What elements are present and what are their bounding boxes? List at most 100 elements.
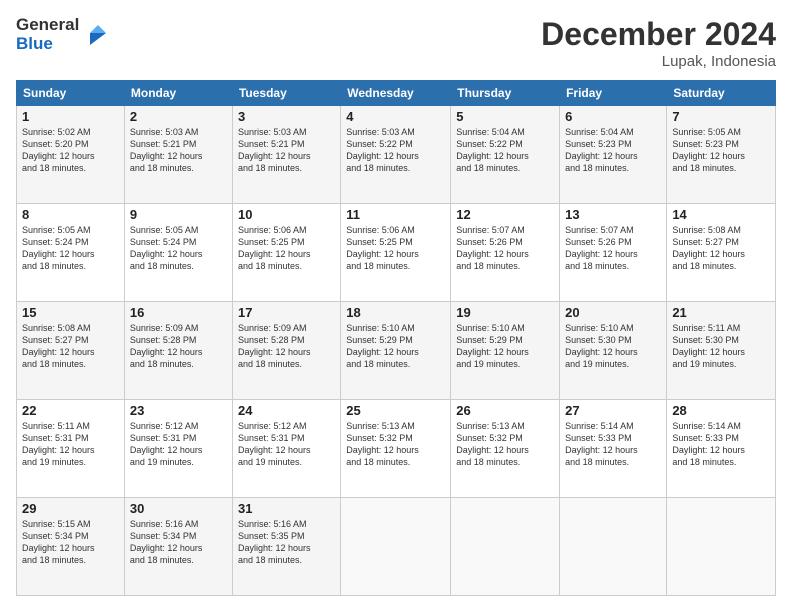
day-info: Sunrise: 5:12 AM Sunset: 5:31 PM Dayligh…	[238, 420, 335, 469]
day-number: 28	[672, 403, 770, 418]
calendar-cell: 1Sunrise: 5:02 AM Sunset: 5:20 PM Daylig…	[17, 106, 125, 204]
weekday-header-saturday: Saturday	[667, 81, 776, 106]
calendar-cell: 4 Sunrise: 5:03 AM Sunset: 5:22 PM Daylig…	[341, 106, 451, 204]
location-title: Lupak, Indonesia	[541, 53, 776, 70]
calendar-week-row: 1Sunrise: 5:02 AM Sunset: 5:20 PM Daylig…	[17, 106, 776, 204]
weekday-header-sunday: Sunday	[17, 81, 125, 106]
day-info: Sunrise: 5:03 AM Sunset: 5:21 PM Dayligh…	[238, 126, 335, 175]
day-number: 18	[346, 305, 445, 320]
logo-general: General	[16, 16, 79, 35]
calendar-cell: 9 Sunrise: 5:05 AM Sunset: 5:24 PM Daylig…	[124, 204, 232, 302]
calendar-cell: 2Sunrise: 5:03 AM Sunset: 5:21 PM Daylig…	[124, 106, 232, 204]
weekday-header-thursday: Thursday	[451, 81, 560, 106]
day-info: Sunrise: 5:02 AM Sunset: 5:20 PM Dayligh…	[22, 126, 119, 175]
day-number: 10	[238, 207, 335, 222]
day-info: Sunrise: 5:10 AM Sunset: 5:29 PM Dayligh…	[346, 322, 445, 371]
day-number: 16	[130, 305, 227, 320]
calendar-cell: 24 Sunrise: 5:12 AM Sunset: 5:31 PM Dayli…	[232, 400, 340, 498]
day-info: Sunrise: 5:11 AM Sunset: 5:31 PM Dayligh…	[22, 420, 119, 469]
day-info: Sunrise: 5:07 AM Sunset: 5:26 PM Dayligh…	[565, 224, 661, 273]
day-info: Sunrise: 5:08 AM Sunset: 5:27 PM Dayligh…	[672, 224, 770, 273]
calendar-cell	[341, 498, 451, 596]
day-info: Sunrise: 5:03 AM Sunset: 5:21 PM Dayligh…	[130, 126, 227, 175]
day-info: Sunrise: 5:14 AM Sunset: 5:33 PM Dayligh…	[565, 420, 661, 469]
calendar-week-row: 29Sunrise: 5:15 AM Sunset: 5:34 PM Dayli…	[17, 498, 776, 596]
logo-icon	[82, 17, 114, 49]
calendar-cell: 28 Sunrise: 5:14 AM Sunset: 5:33 PM Dayli…	[667, 400, 776, 498]
logo: General Blue	[16, 16, 114, 53]
month-title: December 2024	[541, 16, 776, 53]
day-number: 24	[238, 403, 335, 418]
weekday-header-friday: Friday	[560, 81, 667, 106]
day-number: 8	[22, 207, 119, 222]
weekday-header-row: SundayMondayTuesdayWednesdayThursdayFrid…	[17, 81, 776, 106]
calendar-week-row: 15Sunrise: 5:08 AM Sunset: 5:27 PM Dayli…	[17, 302, 776, 400]
calendar-cell: 26 Sunrise: 5:13 AM Sunset: 5:32 PM Dayli…	[451, 400, 560, 498]
day-number: 23	[130, 403, 227, 418]
header: General Blue December 2024 Lupak, Indone…	[16, 16, 776, 70]
calendar-cell: 3 Sunrise: 5:03 AM Sunset: 5:21 PM Daylig…	[232, 106, 340, 204]
day-info: Sunrise: 5:09 AM Sunset: 5:28 PM Dayligh…	[130, 322, 227, 371]
day-info: Sunrise: 5:07 AM Sunset: 5:26 PM Dayligh…	[456, 224, 554, 273]
day-info: Sunrise: 5:14 AM Sunset: 5:33 PM Dayligh…	[672, 420, 770, 469]
day-info: Sunrise: 5:16 AM Sunset: 5:35 PM Dayligh…	[238, 518, 335, 567]
day-info: Sunrise: 5:03 AM Sunset: 5:22 PM Dayligh…	[346, 126, 445, 175]
day-number: 30	[130, 501, 227, 516]
day-info: Sunrise: 5:12 AM Sunset: 5:31 PM Dayligh…	[130, 420, 227, 469]
day-info: Sunrise: 5:06 AM Sunset: 5:25 PM Dayligh…	[238, 224, 335, 273]
page: General Blue December 2024 Lupak, Indone…	[0, 0, 792, 612]
calendar-cell: 22 Sunrise: 5:11 AM Sunset: 5:31 PM Dayli…	[17, 400, 125, 498]
day-number: 12	[456, 207, 554, 222]
calendar-cell: 15Sunrise: 5:08 AM Sunset: 5:27 PM Dayli…	[17, 302, 125, 400]
calendar-cell: 21Sunrise: 5:11 AM Sunset: 5:30 PM Dayli…	[667, 302, 776, 400]
calendar-cell: 20 Sunrise: 5:10 AM Sunset: 5:30 PM Dayli…	[560, 302, 667, 400]
calendar-cell: 8Sunrise: 5:05 AM Sunset: 5:24 PM Daylig…	[17, 204, 125, 302]
day-info: Sunrise: 5:10 AM Sunset: 5:30 PM Dayligh…	[565, 322, 661, 371]
calendar-cell: 17 Sunrise: 5:09 AM Sunset: 5:28 PM Dayli…	[232, 302, 340, 400]
day-number: 4	[346, 109, 445, 124]
weekday-header-monday: Monday	[124, 81, 232, 106]
day-info: Sunrise: 5:09 AM Sunset: 5:28 PM Dayligh…	[238, 322, 335, 371]
day-number: 9	[130, 207, 227, 222]
day-number: 31	[238, 501, 335, 516]
day-info: Sunrise: 5:06 AM Sunset: 5:25 PM Dayligh…	[346, 224, 445, 273]
day-number: 3	[238, 109, 335, 124]
day-number: 20	[565, 305, 661, 320]
logo-blue: Blue	[16, 35, 79, 54]
calendar-cell: 14 Sunrise: 5:08 AM Sunset: 5:27 PM Dayli…	[667, 204, 776, 302]
calendar-table: SundayMondayTuesdayWednesdayThursdayFrid…	[16, 80, 776, 596]
day-number: 14	[672, 207, 770, 222]
calendar-cell: 19 Sunrise: 5:10 AM Sunset: 5:29 PM Dayli…	[451, 302, 560, 400]
calendar-cell: 7Sunrise: 5:05 AM Sunset: 5:23 PM Daylig…	[667, 106, 776, 204]
day-number: 27	[565, 403, 661, 418]
day-number: 22	[22, 403, 119, 418]
calendar-week-row: 8 Sunrise: 5:05 AM Sunset: 5:24 PM Daylig…	[17, 204, 776, 302]
day-info: Sunrise: 5:10 AM Sunset: 5:29 PM Dayligh…	[456, 322, 554, 371]
day-number: 19	[456, 305, 554, 320]
calendar-cell	[560, 498, 667, 596]
calendar-cell	[667, 498, 776, 596]
calendar-cell: 13Sunrise: 5:07 AM Sunset: 5:26 PM Dayli…	[560, 204, 667, 302]
day-number: 6	[565, 109, 661, 124]
day-number: 26	[456, 403, 554, 418]
day-info: Sunrise: 5:11 AM Sunset: 5:30 PM Dayligh…	[672, 322, 770, 371]
day-info: Sunrise: 5:05 AM Sunset: 5:24 PM Dayligh…	[130, 224, 227, 273]
calendar-cell: 5Sunrise: 5:04 AM Sunset: 5:22 PM Daylig…	[451, 106, 560, 204]
day-number: 25	[346, 403, 445, 418]
calendar-cell	[451, 498, 560, 596]
day-number: 29	[22, 501, 119, 516]
day-info: Sunrise: 5:08 AM Sunset: 5:27 PM Dayligh…	[22, 322, 119, 371]
calendar-cell: 10 Sunrise: 5:06 AM Sunset: 5:25 PM Dayli…	[232, 204, 340, 302]
day-number: 17	[238, 305, 335, 320]
calendar-cell: 29Sunrise: 5:15 AM Sunset: 5:34 PM Dayli…	[17, 498, 125, 596]
calendar-cell: 11Sunrise: 5:06 AM Sunset: 5:25 PM Dayli…	[341, 204, 451, 302]
calendar-cell: 25 Sunrise: 5:13 AM Sunset: 5:32 PM Dayli…	[341, 400, 451, 498]
calendar-cell: 27 Sunrise: 5:14 AM Sunset: 5:33 PM Dayli…	[560, 400, 667, 498]
day-info: Sunrise: 5:04 AM Sunset: 5:22 PM Dayligh…	[456, 126, 554, 175]
day-info: Sunrise: 5:13 AM Sunset: 5:32 PM Dayligh…	[346, 420, 445, 469]
calendar-cell: 16 Sunrise: 5:09 AM Sunset: 5:28 PM Dayli…	[124, 302, 232, 400]
day-info: Sunrise: 5:05 AM Sunset: 5:23 PM Dayligh…	[672, 126, 770, 175]
day-info: Sunrise: 5:13 AM Sunset: 5:32 PM Dayligh…	[456, 420, 554, 469]
calendar-cell: 6Sunrise: 5:04 AM Sunset: 5:23 PM Daylig…	[560, 106, 667, 204]
calendar-cell: 23 Sunrise: 5:12 AM Sunset: 5:31 PM Dayli…	[124, 400, 232, 498]
